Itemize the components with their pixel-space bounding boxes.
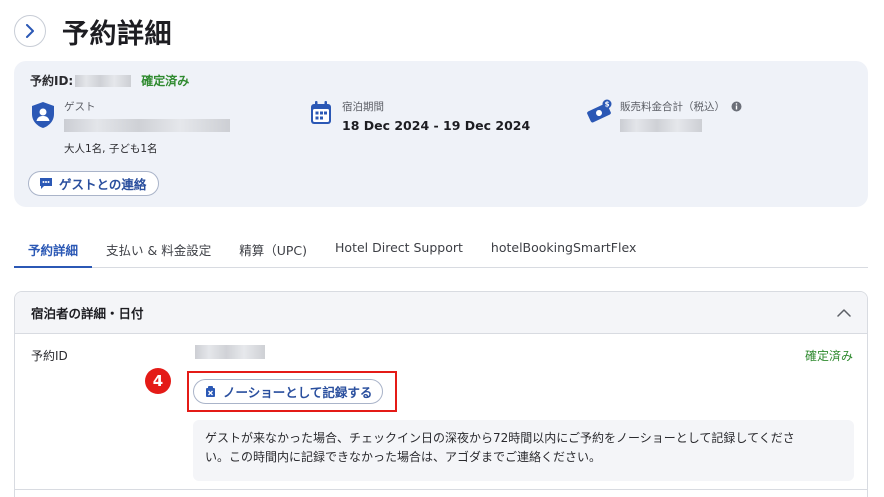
tab-settlement-upc[interactable]: 精算（UPC)	[225, 230, 321, 268]
guest-party: 大人1名, 子ども1名	[64, 143, 158, 155]
calendar-icon	[311, 101, 331, 124]
section-divider	[15, 489, 867, 490]
section-header[interactable]: 宿泊者の詳細・日付	[15, 292, 867, 334]
notice-line-1: ゲストが来なかった場合、チェックイン日の深夜から72時間以内にご予約をノーショー…	[205, 431, 795, 445]
tab-payment-rates[interactable]: 支払い & 料金設定	[92, 230, 225, 268]
guest-name-redacted	[64, 119, 230, 132]
money-icon: $	[587, 99, 612, 123]
stay-dates: 18 Dec 2024 - 19 Dec 2024	[342, 118, 531, 133]
tab-smartflex[interactable]: hotelBookingSmartFlex	[477, 230, 650, 268]
no-show-notice: ゲストが来なかった場合、チェックイン日の深夜から72時間以内にご予約をノーショー…	[193, 420, 854, 481]
back-button[interactable]	[14, 15, 46, 47]
guest-details-section: 宿泊者の詳細・日付 予約ID 確定済み 4 ノーショーとして記録する ゲストが来…	[14, 291, 868, 497]
tab-booking-details[interactable]: 予約詳細	[14, 230, 93, 268]
guest-info: ゲスト 大人1名, 子ども1名	[30, 99, 230, 156]
booking-id-value-redacted	[195, 345, 265, 359]
tab-hotel-direct-support[interactable]: Hotel Direct Support	[321, 230, 477, 268]
no-show-icon	[206, 386, 215, 397]
contact-guest-label: ゲストとの連絡	[59, 177, 147, 192]
status-badge: 確定済み	[141, 74, 190, 88]
tab-bar: 予約詳細 支払い & 料金設定 精算（UPC) Hotel Direct Sup…	[14, 230, 868, 268]
booking-id-label: 予約ID:	[30, 74, 74, 88]
guest-shield-icon	[32, 102, 54, 128]
record-no-show-button[interactable]: ノーショーとして記録する	[193, 379, 384, 404]
chevron-right-icon	[26, 24, 34, 38]
price-value-redacted	[620, 119, 702, 132]
chat-icon	[40, 178, 52, 189]
record-no-show-label: ノーショーとして記録する	[223, 385, 373, 400]
notice-line-2: い。この時間内に記録できなかった場合は、アゴダまでご連絡ください。	[205, 450, 602, 464]
price-info: $ 販売料金合計（税込）	[586, 99, 742, 136]
info-icon[interactable]	[731, 101, 742, 112]
booking-id-label: 予約ID	[31, 349, 68, 363]
booking-id-row: 予約ID: 確定済み	[30, 72, 189, 89]
booking-id-value-redacted	[75, 74, 132, 87]
step-number-badge: 4	[145, 368, 171, 394]
page-title: 予約詳細	[62, 19, 172, 50]
contact-guest-button[interactable]: ゲストとの連絡	[28, 171, 160, 196]
stay-label: 宿泊期間	[342, 101, 384, 113]
chevron-up-icon[interactable]	[837, 308, 851, 317]
section-title: 宿泊者の詳細・日付	[31, 306, 144, 321]
stay-info: 宿泊期間 18 Dec 2024 - 19 Dec 2024	[310, 99, 530, 133]
price-label: 販売料金合計（税込）	[620, 101, 725, 113]
guest-label: ゲスト	[64, 101, 96, 113]
booking-status: 確定済み	[804, 349, 853, 363]
svg-text:$: $	[605, 101, 610, 109]
booking-summary-card: 予約ID: 確定済み ゲスト 大人1名, 子ども1名 宿泊期間 18 Dec 2…	[14, 61, 868, 207]
